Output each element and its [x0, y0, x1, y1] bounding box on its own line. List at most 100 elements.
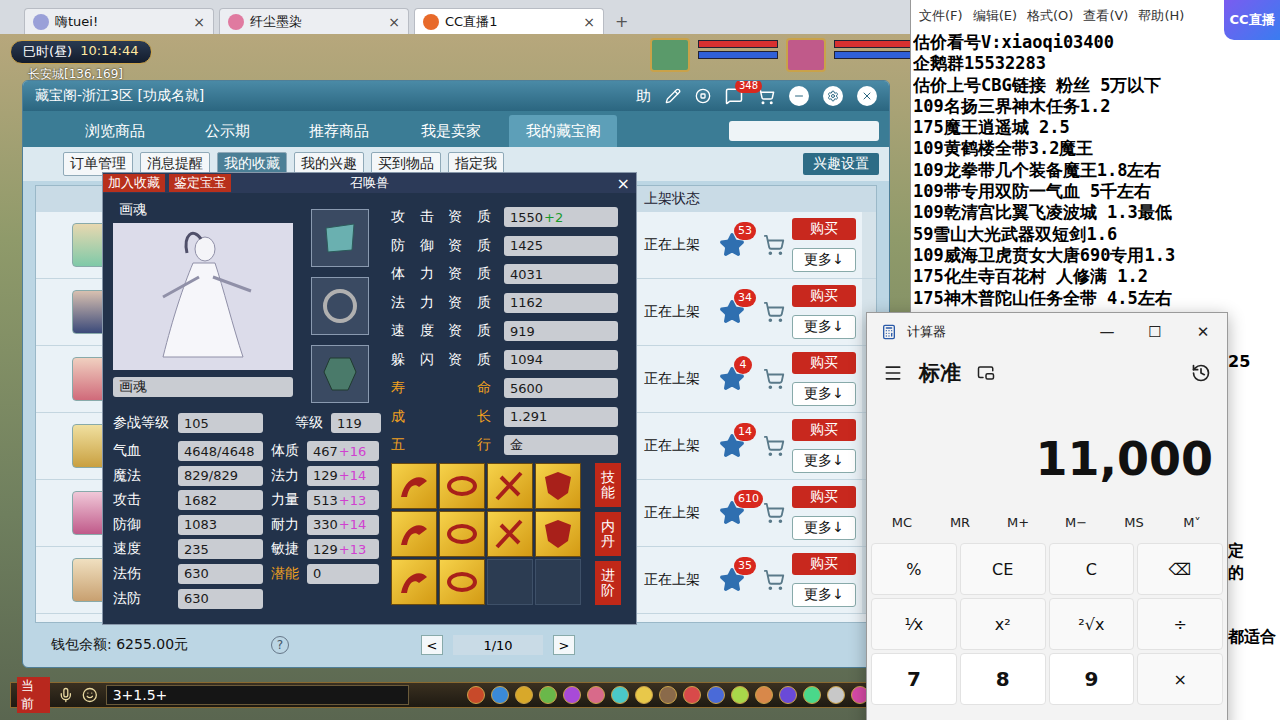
chat-button[interactable]: 348: [725, 87, 743, 105]
minimize-button[interactable]: [789, 86, 809, 106]
calculator-key[interactable]: ÷: [1137, 598, 1223, 650]
memory-button[interactable]: MS: [1105, 515, 1163, 530]
microphone-icon[interactable]: [58, 687, 74, 703]
calculator-key[interactable]: ⌫: [1137, 543, 1223, 595]
skill-slot[interactable]: [391, 559, 437, 605]
buy-button[interactable]: 购买: [792, 419, 856, 441]
keep-on-top-icon[interactable]: [977, 364, 995, 382]
add-cart-button[interactable]: [756, 502, 792, 524]
skill-slot[interactable]: [391, 511, 437, 557]
memory-button[interactable]: M−: [1047, 515, 1105, 530]
player-avatar-icon[interactable]: [786, 38, 826, 72]
calculator-key[interactable]: CE: [960, 543, 1046, 595]
add-cart-button[interactable]: [756, 368, 792, 390]
buy-button[interactable]: 购买: [792, 285, 856, 307]
equipment-slot[interactable]: [311, 209, 369, 267]
add-cart-button[interactable]: [756, 435, 792, 457]
shortcut-icon[interactable]: [611, 686, 629, 704]
stop-icon[interactable]: [695, 88, 711, 104]
cbg-tab[interactable]: 公示期: [173, 115, 281, 147]
shortcut-icon[interactable]: [467, 686, 485, 704]
chat-input[interactable]: 3+1.5+: [106, 685, 409, 705]
pet-side-button[interactable]: 内丹: [595, 512, 621, 556]
more-button[interactable]: 更多↓: [792, 583, 856, 607]
more-button[interactable]: 更多↓: [792, 516, 856, 540]
favorite-button[interactable]: 35: [708, 567, 756, 593]
pet-side-button[interactable]: 进阶: [595, 561, 621, 605]
calculator-key[interactable]: ×: [1137, 653, 1223, 705]
buy-button[interactable]: 购买: [792, 486, 856, 508]
tab-close-button[interactable]: ×: [583, 14, 595, 30]
shortcut-icon[interactable]: [563, 686, 581, 704]
pet-side-button[interactable]: 技能: [595, 463, 621, 507]
favorite-button[interactable]: 53: [708, 232, 756, 258]
skill-slot[interactable]: [439, 511, 485, 557]
add-cart-button[interactable]: [756, 301, 792, 323]
memory-button[interactable]: MR: [931, 515, 989, 530]
shortcut-icon[interactable]: [755, 686, 773, 704]
favorite-button[interactable]: 610: [708, 500, 756, 526]
new-tab-button[interactable]: +: [609, 8, 634, 34]
memory-button[interactable]: M˅: [1163, 515, 1221, 530]
menu-icon[interactable]: [883, 363, 903, 383]
skill-slot[interactable]: [487, 511, 533, 557]
cbg-tab[interactable]: 浏览商品: [61, 115, 169, 147]
more-button[interactable]: 更多↓: [792, 248, 856, 272]
skill-slot[interactable]: [535, 463, 581, 509]
cbg-tab[interactable]: 我的藏宝阁: [509, 115, 617, 147]
more-button[interactable]: 更多↓: [792, 382, 856, 406]
scrollbar[interactable]: [862, 212, 876, 278]
pet-avatar-icon[interactable]: [650, 38, 690, 72]
add-cart-button[interactable]: [756, 569, 792, 591]
skill-slot[interactable]: [439, 463, 485, 509]
calculator-key[interactable]: ²√x: [1049, 598, 1135, 650]
search-field[interactable]: [729, 121, 879, 141]
window-control-button[interactable]: ✕: [1179, 323, 1227, 341]
skill-slot[interactable]: [535, 559, 581, 605]
chat-channel-button[interactable]: 当前: [17, 677, 50, 713]
pet-close-button[interactable]: ×: [617, 174, 636, 193]
window-control-button[interactable]: ☐: [1131, 323, 1179, 341]
skill-slot[interactable]: [439, 559, 485, 605]
prev-page-button[interactable]: <: [421, 635, 443, 655]
shortcut-icon[interactable]: [803, 686, 821, 704]
cbg-tab[interactable]: 我是卖家: [397, 115, 505, 147]
help-icon[interactable]: ?: [271, 636, 289, 654]
shortcut-icon[interactable]: [539, 686, 557, 704]
shortcut-icon[interactable]: [731, 686, 749, 704]
window-control-button[interactable]: —: [1083, 323, 1131, 341]
next-page-button[interactable]: >: [553, 635, 575, 655]
close-button[interactable]: [857, 86, 877, 106]
shortcut-icon[interactable]: [683, 686, 701, 704]
calculator-key[interactable]: x²: [960, 598, 1046, 650]
menu-item[interactable]: 文件(F): [919, 7, 963, 25]
buy-button[interactable]: 购买: [792, 218, 856, 240]
browser-tab[interactable]: 嗨tuei!×: [24, 8, 214, 34]
shortcut-icon[interactable]: [707, 686, 725, 704]
memory-button[interactable]: MC: [873, 515, 931, 530]
pet-header-button[interactable]: 鉴定宝宝: [169, 174, 231, 192]
calculator-key[interactable]: ⅟x: [871, 598, 957, 650]
favorite-button[interactable]: 4: [708, 366, 756, 392]
buy-button[interactable]: 购买: [792, 352, 856, 374]
emoji-icon[interactable]: [82, 687, 98, 703]
shortcut-icon[interactable]: [779, 686, 797, 704]
tab-close-button[interactable]: ×: [388, 14, 400, 30]
equipment-slot[interactable]: [311, 277, 369, 335]
menu-item[interactable]: 格式(O): [1027, 7, 1073, 25]
shortcut-icon[interactable]: [659, 686, 677, 704]
skill-slot[interactable]: [487, 559, 533, 605]
memory-button[interactable]: M+: [989, 515, 1047, 530]
calculator-key[interactable]: 8: [960, 653, 1046, 705]
favorite-button[interactable]: 34: [708, 299, 756, 325]
skill-slot[interactable]: [487, 463, 533, 509]
skill-slot[interactable]: [391, 463, 437, 509]
help-button[interactable]: 助: [636, 87, 651, 106]
calculator-key[interactable]: 7: [871, 653, 957, 705]
calculator-key[interactable]: %: [871, 543, 957, 595]
browser-tab[interactable]: 纤尘墨染×: [219, 8, 409, 34]
skill-slot[interactable]: [535, 511, 581, 557]
edit-icon[interactable]: [665, 88, 681, 104]
shortcut-icon[interactable]: [827, 686, 845, 704]
more-button[interactable]: 更多↓: [792, 449, 856, 473]
